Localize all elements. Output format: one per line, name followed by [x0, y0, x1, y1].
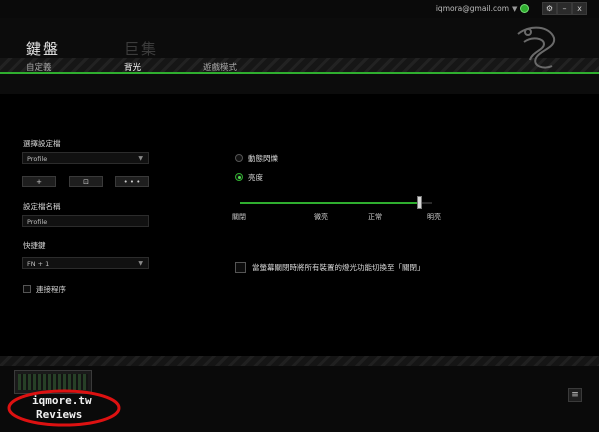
razer-logo-icon: [517, 26, 556, 69]
hotkey-value: FN + 1: [27, 260, 50, 268]
status-icon: [520, 4, 529, 13]
menu-icon[interactable]: ≡: [568, 388, 582, 402]
close-icon: x: [577, 4, 582, 13]
settings-button[interactable]: ⚙: [542, 2, 557, 15]
brightness-slider[interactable]: [240, 195, 432, 211]
profile-name-input[interactable]: Profile: [22, 215, 149, 227]
brightness-label: 亮度: [248, 173, 263, 182]
profile-name-label: 設定檔名稱: [23, 202, 61, 211]
tab-keyboard[interactable]: 鍵盤: [26, 38, 60, 59]
minimize-icon: –: [562, 4, 567, 13]
settings-icon: ⚙: [545, 4, 554, 13]
hotkey-label: 快捷鍵: [23, 241, 46, 250]
screen-off-label: 當螢幕關閉時將所有裝置的燈光功能切換至「關閉」: [252, 263, 425, 272]
link-program-checkbox[interactable]: [23, 285, 31, 293]
subtab-customize[interactable]: 自定義: [26, 61, 52, 73]
link-program-label: 連接程序: [36, 285, 66, 294]
tick-bright: 明亮: [427, 213, 441, 221]
slider-fill: [240, 202, 419, 204]
watermark-line2: Reviews: [36, 408, 83, 421]
chevron-down-icon: ▼: [138, 260, 143, 267]
subtab-lighting[interactable]: 背光: [124, 61, 141, 73]
account-dropdown-icon[interactable]: ▼: [512, 5, 517, 13]
profile-select[interactable]: Profile ▼: [22, 152, 149, 164]
chevron-down-icon: ▼: [138, 155, 143, 162]
delete-profile-button[interactable]: ⊡: [69, 176, 103, 187]
effect-option-label: 動態閃爍: [248, 154, 278, 163]
profile-select-label: 選擇設定檔: [23, 139, 61, 148]
add-profile-button[interactable]: +: [22, 176, 56, 187]
slider-thumb[interactable]: [416, 196, 422, 209]
hotkey-select[interactable]: FN + 1 ▼: [22, 257, 149, 269]
footer-stripe: [0, 356, 599, 366]
tab-macro[interactable]: 巨集: [124, 38, 158, 59]
tick-dim: 微亮: [314, 213, 328, 221]
watermark-line1: iqmore.tw: [32, 394, 92, 407]
minimize-button[interactable]: –: [557, 2, 572, 15]
brightness-radio[interactable]: [235, 173, 243, 181]
profile-select-value: Profile: [27, 155, 48, 163]
profile-more-button[interactable]: • • •: [115, 176, 149, 187]
account-email[interactable]: iqmora@gmail.com: [436, 4, 509, 13]
effect-option-radio[interactable]: [235, 154, 243, 162]
screen-off-checkbox[interactable]: [235, 262, 246, 273]
subtab-gaming-mode[interactable]: 遊戲模式: [203, 61, 237, 73]
tick-normal: 正常: [368, 213, 382, 221]
close-button[interactable]: x: [572, 2, 587, 15]
title-bar: [0, 0, 599, 18]
profile-name-value: Profile: [27, 218, 48, 226]
tick-off: 關閉: [232, 213, 246, 221]
